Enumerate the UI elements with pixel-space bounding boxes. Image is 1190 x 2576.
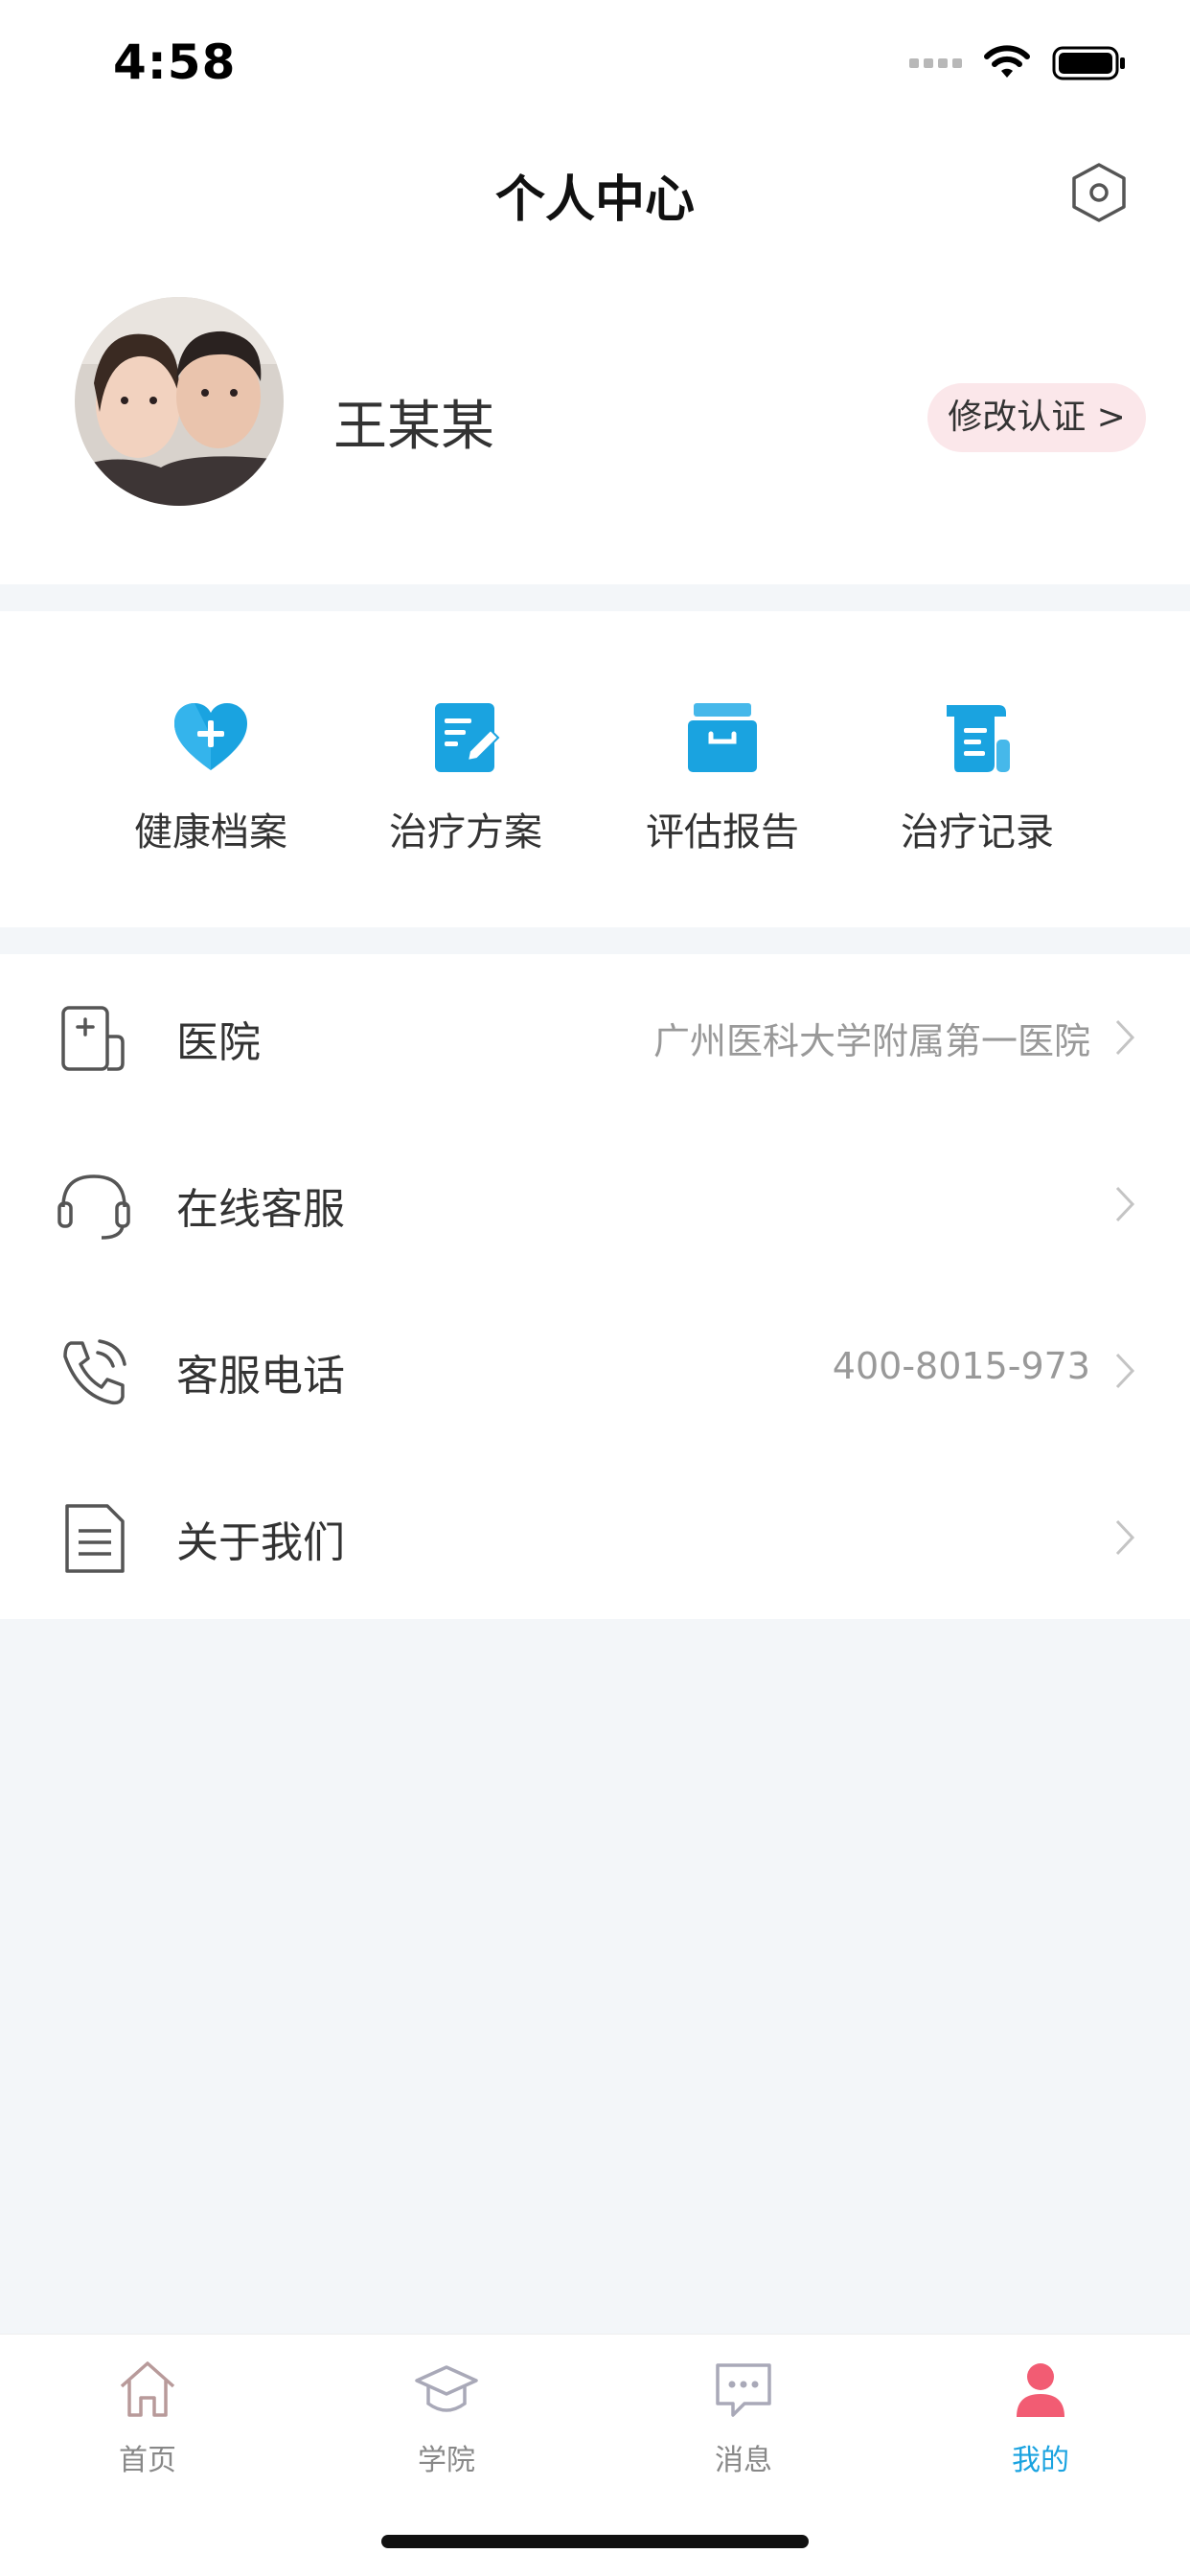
heart-plus-icon [174,703,247,770]
quick-action-label: 评估报告 [646,810,799,855]
status-bar: 4:58 [0,0,1190,125]
profile-section: 王某某 修改认证 > [0,259,1190,584]
edit-verification-button[interactable]: 修改认证 > [927,383,1146,452]
quick-action-label: 健康档案 [134,810,287,855]
wifi-icon [984,45,1030,78]
quick-action-label: 治疗方案 [389,810,542,855]
message-bubble-icon [716,2363,771,2417]
user-name: 王某某 [333,396,494,458]
phone-value: 400-8015-973 [832,1345,1090,1387]
graduation-cap-icon [415,2365,478,2412]
chevron-right-icon [1115,1519,1135,1556]
page-title: 个人中心 [494,171,695,229]
scroll-record-icon [947,705,1010,772]
status-indicators [909,44,1127,82]
menu-label: 医院 [176,1018,261,1067]
tab-home[interactable]: 首页 [52,2356,243,2478]
menu-label: 客服电话 [176,1352,345,1401]
avatar[interactable] [75,297,284,506]
tab-label: 我的 [1012,2444,1069,2477]
menu-row-online-service[interactable]: 在线客服 [0,1121,1190,1288]
archive-box-icon [688,703,757,772]
quick-action-health-record[interactable]: 健康档案 [105,697,316,856]
tab-academy[interactable]: 学院 [351,2356,542,2478]
chevron-right-icon [1115,1353,1135,1389]
tab-label: 学院 [418,2444,475,2477]
hospital-value: 广州医科大学附属第一医院 [652,1020,1090,1062]
quick-action-treatment-record[interactable]: 治疗记录 [872,697,1083,856]
menu-row-service-phone[interactable]: 客服电话 400-8015-973 [0,1288,1190,1454]
chevron-right-icon [1115,1019,1135,1056]
user-icon [1017,2363,1064,2417]
quick-action-label: 治疗记录 [901,810,1054,855]
nav-header: 个人中心 [0,125,1190,259]
settings-hexagon-icon[interactable] [1065,159,1133,226]
menu-label: 关于我们 [176,1518,345,1567]
tab-label: 首页 [119,2444,176,2477]
tab-label: 消息 [715,2444,772,2477]
settings-menu: 医院 广州医科大学附属第一医院 在线客服 客服电话 400-8015-973 关… [0,954,1190,1619]
quick-actions: 健康档案 治疗方案 评估报告 治疗记录 [0,611,1190,927]
menu-row-about-us[interactable]: 关于我们 [0,1454,1190,1621]
phone-icon [63,1339,126,1405]
edit-document-icon [435,703,500,772]
headset-icon [57,1174,130,1240]
menu-row-hospital[interactable]: 医院 广州医科大学附属第一医院 [0,954,1190,1121]
quick-action-assessment-report[interactable]: 评估报告 [617,697,828,856]
tab-mine[interactable]: 我的 [945,2356,1136,2478]
home-icon [120,2361,175,2417]
chevron-right-icon [1115,1186,1135,1222]
battery-icon [1052,46,1125,80]
home-indicator [381,2535,809,2548]
menu-label: 在线客服 [176,1185,345,1234]
signal-icon [909,58,962,68]
status-time: 4:58 [113,34,237,90]
tab-messages[interactable]: 消息 [648,2356,839,2478]
document-icon [65,1504,125,1573]
hospital-icon [61,1006,125,1071]
quick-action-treatment-plan[interactable]: 治疗方案 [360,697,571,856]
